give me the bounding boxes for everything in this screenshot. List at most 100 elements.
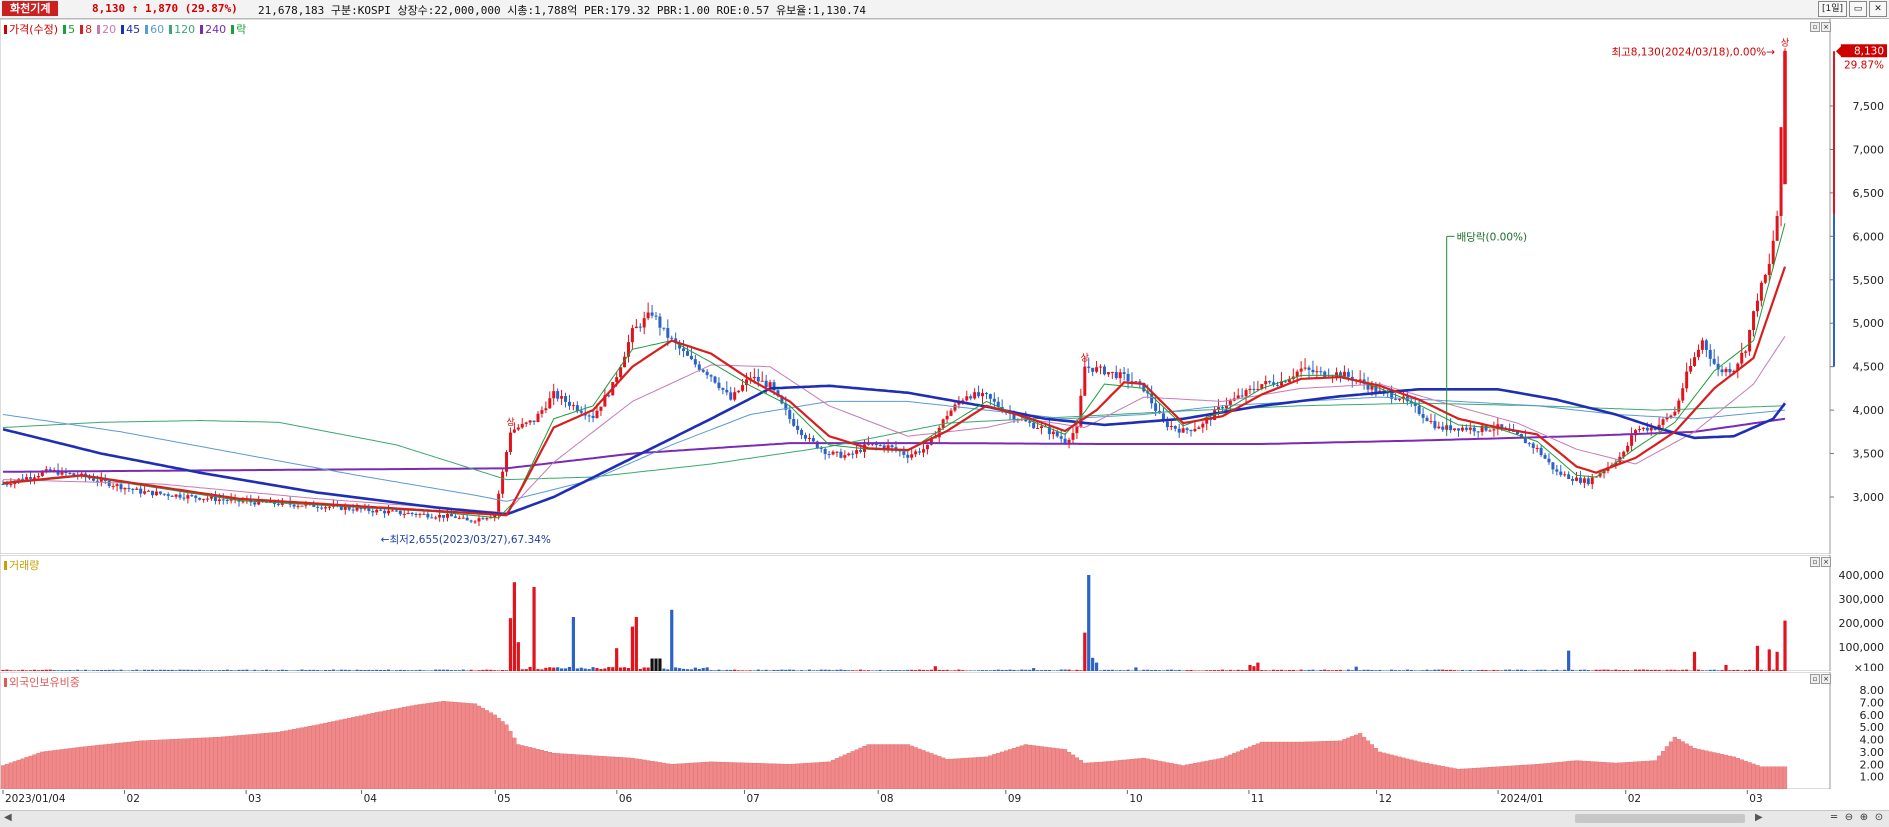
volume-bar [182, 670, 185, 671]
pane-close-icon[interactable]: × [1821, 557, 1831, 567]
candle-body [434, 518, 437, 519]
candle-body [1398, 399, 1401, 400]
candlestick-chart[interactable]: 7,5007,0006,5006,0005,5005,0004,5004,000… [0, 19, 1889, 554]
foreign-bar [1425, 763, 1429, 789]
foreign-bar [162, 740, 166, 789]
pane-close-icon[interactable]: × [1821, 22, 1831, 32]
foreign-bar [1256, 744, 1260, 789]
volume-bar [611, 667, 614, 671]
volume-bar [76, 670, 79, 671]
volume-bar [521, 669, 524, 671]
candle-body [1315, 371, 1318, 372]
zoom-reset-icon[interactable]: ⊙ [1873, 812, 1885, 824]
foreign-title: 외국인보유비중 [4, 674, 80, 690]
stock-name-label[interactable]: 화천기계 [2, 1, 58, 16]
volume-bar [1555, 670, 1558, 671]
foreign-bar [1634, 762, 1638, 789]
price-tag: 8,130 [1854, 45, 1884, 57]
candle-body [1441, 427, 1444, 430]
volume-bar [694, 668, 697, 671]
volume-bar [1728, 670, 1731, 671]
volume-bar [745, 670, 748, 671]
foreign-bar [1205, 761, 1209, 789]
foreign-ownership-chart[interactable]: 8.007.006.005.004.003.002.001.00 [0, 672, 1889, 789]
foreign-bar [1240, 750, 1244, 789]
volume-bar [265, 670, 268, 671]
volume-bar [1115, 670, 1118, 671]
price-plot-area [0, 19, 1830, 554]
volume-bar [214, 670, 217, 671]
volume-bar [1, 670, 4, 671]
candle-body [698, 364, 701, 369]
volume-bar [115, 670, 118, 671]
candle-body [1681, 388, 1684, 400]
foreign-bar [843, 755, 847, 789]
volume-chart[interactable]: 400,000300,000200,000100,000×100 [0, 555, 1889, 671]
candle-body [116, 484, 119, 486]
candle-body [1768, 264, 1771, 275]
price-chart-pane[interactable]: 가격(수정) 5 8 20 45 60 120 240 락 7,5007,000… [0, 19, 1889, 554]
zoom-in-icon[interactable]: ⊕ [1858, 812, 1870, 824]
foreign-bar [721, 762, 725, 789]
volume-bar [1370, 670, 1373, 671]
candle-body [1193, 429, 1196, 431]
scroll-thumb[interactable] [1575, 814, 1745, 823]
foreign-bar [351, 717, 355, 789]
foreign-bar [214, 737, 218, 789]
volume-bar [300, 670, 303, 671]
volume-bar [588, 669, 591, 671]
pane-maximize-icon[interactable]: ▫ [1810, 557, 1820, 567]
candle-body [253, 502, 256, 504]
foreign-bar [1488, 767, 1492, 789]
volume-bar [851, 670, 854, 671]
foreign-bar [1299, 742, 1303, 789]
foreign-bar [434, 702, 438, 789]
volume-bar [1150, 670, 1153, 671]
volume-bar [1307, 670, 1310, 671]
volume-bar [1075, 670, 1078, 671]
foreign-bar [548, 752, 552, 789]
volume-bar [619, 668, 622, 671]
volume-bar [706, 667, 709, 671]
candle-body [123, 488, 126, 489]
volume-bar [898, 670, 901, 671]
foreign-bar [1287, 742, 1291, 789]
volume-bar [1390, 670, 1393, 671]
foreign-bar [1268, 742, 1272, 789]
foreign-bar [1177, 765, 1181, 789]
foreign-bar [383, 711, 387, 789]
foreign-bar [977, 757, 981, 789]
pane-close-icon[interactable]: × [1821, 674, 1831, 684]
candle-body [788, 410, 791, 419]
scroll-right-icon[interactable]: ▶ [1755, 812, 1763, 823]
volume-bar [363, 670, 366, 671]
chart-scrollbar[interactable]: ◀ ▶ ═ ⊖ ⊕ ⊙ [0, 810, 1889, 827]
candle-body [922, 449, 925, 452]
volume-bar [1260, 670, 1263, 671]
close-icon[interactable]: ✕ [1869, 1, 1887, 17]
volume-bar [470, 670, 473, 671]
volume-bar [104, 670, 107, 671]
foreign-bar [1193, 763, 1197, 789]
volume-chart-pane[interactable]: 거래량 ▫ × 400,000300,000200,000100,000×100 [0, 555, 1889, 671]
restore-icon[interactable]: ▭ [1849, 1, 1867, 17]
pane-maximize-icon[interactable]: ▫ [1810, 674, 1820, 684]
volume-bar [379, 670, 382, 671]
scroll-left-icon[interactable]: ◀ [4, 812, 12, 823]
foreign-tick-label: 5.00 [1860, 721, 1885, 734]
slider-icon[interactable]: ═ [1828, 812, 1840, 824]
candle-body [1028, 421, 1031, 422]
foreign-bar [37, 753, 41, 789]
volume-bar [564, 668, 567, 671]
candle-body [501, 472, 504, 494]
volume-bar [1335, 670, 1338, 671]
candle-body [1311, 370, 1314, 372]
volume-bar [1189, 670, 1192, 671]
foreign-bar [509, 731, 513, 789]
period-button[interactable]: [1일] [1818, 1, 1847, 17]
volume-bar [1315, 670, 1318, 671]
volume-bar [1418, 670, 1421, 671]
zoom-out-icon[interactable]: ⊖ [1843, 812, 1855, 824]
foreign-ownership-pane[interactable]: 외국인보유비중 ▫ × 8.007.006.005.004.003.002.00… [0, 672, 1889, 789]
pane-maximize-icon[interactable]: ▫ [1810, 22, 1820, 32]
